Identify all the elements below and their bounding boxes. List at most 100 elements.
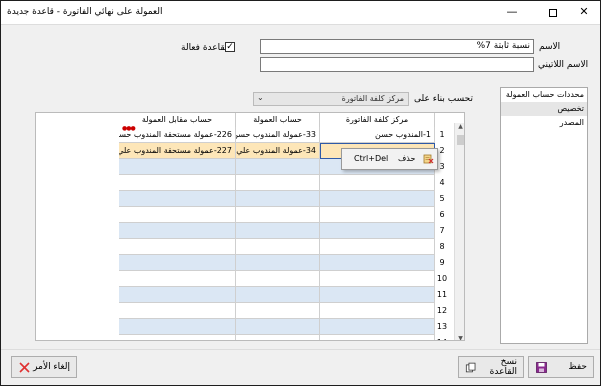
cell-commission-account[interactable]: [236, 191, 320, 207]
save-button-label: حفظ: [568, 362, 587, 372]
cell-counter-account[interactable]: 227-عمولة مستحقة المندوب علي: [119, 143, 236, 159]
cell-counter-account[interactable]: [119, 287, 236, 303]
error-dots-icon: ●●●: [122, 125, 136, 132]
cell-cost-center[interactable]: [320, 175, 435, 191]
list-item-source[interactable]: المصدر: [501, 116, 587, 130]
table-row[interactable]: 11: [36, 287, 447, 303]
cancel-button[interactable]: إلغاء الأمر: [11, 356, 77, 378]
cell-counter-account[interactable]: [119, 191, 236, 207]
cancel-button-label: إلغاء الأمر: [33, 362, 70, 372]
rule-dialog-window: العمولة على نهائي الفاتورة - قاعدة جديدة…: [0, 0, 601, 386]
context-menu: Ctrl+Del حذف: [341, 148, 438, 170]
cell-commission-account[interactable]: [236, 223, 320, 239]
grid-vertical-scrollbar[interactable]: ▲ ▼: [454, 123, 464, 340]
cell-counter-account[interactable]: [119, 271, 236, 287]
cell-commission-account[interactable]: [236, 239, 320, 255]
title-bar: العمولة على نهائي الفاتورة - قاعدة جديدة…: [1, 1, 600, 25]
row-number: 10: [436, 274, 448, 283]
cell-counter-account[interactable]: [119, 207, 236, 223]
table-row[interactable]: 13: [36, 319, 447, 335]
row-number: 11: [436, 290, 448, 299]
table-row[interactable]: 4: [36, 175, 445, 191]
cell-counter-account[interactable]: [119, 319, 236, 335]
latin-name-input[interactable]: [260, 57, 534, 72]
delete-menu-item[interactable]: حذف: [398, 154, 415, 163]
calc-based-on-label: تحسب بناء على: [414, 94, 473, 104]
row-number: 8: [439, 242, 445, 251]
scroll-up-icon[interactable]: ▲: [456, 123, 464, 130]
copy-rule-button-label: نسخ القاعدة: [489, 357, 517, 377]
minimize-button[interactable]: —: [494, 1, 530, 25]
cell-counter-account[interactable]: [119, 335, 236, 340]
calc-based-on-value: مركز كلفة الفاتورة: [341, 94, 404, 103]
column-header-counter-account[interactable]: حساب مقابل العمولة: [119, 113, 236, 127]
cell-commission-account[interactable]: [236, 303, 320, 319]
determinants-list: محددات حساب العمولة تخصيص المصدر: [500, 87, 588, 344]
table-row[interactable]: 5: [36, 191, 445, 207]
cell-counter-account[interactable]: [119, 303, 236, 319]
cell-commission-account[interactable]: [236, 287, 320, 303]
column-header-cost-center[interactable]: مركز كلفة الفاتورة: [320, 113, 435, 127]
row-number: 13: [436, 322, 448, 331]
cell-counter-account[interactable]: [119, 255, 236, 271]
close-button[interactable]: ✕: [566, 1, 601, 25]
cell-commission-account[interactable]: [236, 207, 320, 223]
cell-commission-account[interactable]: [236, 319, 320, 335]
table-row[interactable]: 8: [36, 239, 445, 255]
scroll-thumb[interactable]: [457, 135, 464, 145]
table-row[interactable]: 12: [36, 303, 447, 319]
table-row[interactable]: 9: [36, 255, 445, 271]
cell-cost-center[interactable]: [320, 319, 435, 335]
cell-commission-account[interactable]: [236, 159, 320, 175]
table-row[interactable]: 6: [36, 207, 445, 223]
latin-name-label: الاسم اللاتيني: [538, 60, 589, 70]
cell-counter-account[interactable]: [119, 223, 236, 239]
cell-commission-account[interactable]: [236, 335, 320, 340]
cancel-x-icon: [19, 361, 30, 373]
cell-cost-center[interactable]: [320, 255, 435, 271]
cell-commission-account[interactable]: 33-عمولة المندوب حسن: [236, 127, 320, 143]
delete-shortcut: Ctrl+Del: [354, 154, 389, 163]
row-number: 9: [439, 258, 445, 267]
row-number: 5: [439, 194, 445, 203]
cell-cost-center[interactable]: [320, 287, 435, 303]
cell-commission-account[interactable]: [236, 271, 320, 287]
bottom-separator: [1, 349, 600, 350]
cell-cost-center[interactable]: [320, 191, 435, 207]
cell-commission-account[interactable]: [236, 255, 320, 271]
copy-rule-button[interactable]: نسخ القاعدة: [458, 356, 524, 378]
cell-cost-center[interactable]: 1-المندوب حسن: [320, 127, 435, 143]
calc-based-on-select[interactable]: ⌄ مركز كلفة الفاتورة: [253, 92, 409, 106]
table-row[interactable]: 10: [36, 271, 447, 287]
cell-cost-center[interactable]: [320, 239, 435, 255]
cell-cost-center[interactable]: [320, 271, 435, 287]
cell-counter-account[interactable]: [119, 239, 236, 255]
row-number: 4: [439, 178, 445, 187]
cell-cost-center[interactable]: [320, 223, 435, 239]
cell-counter-account[interactable]: [119, 159, 236, 175]
chevron-down-icon: ⌄: [257, 93, 264, 102]
cell-commission-account[interactable]: [236, 175, 320, 191]
column-header-commission-account[interactable]: حساب العمولة: [236, 113, 320, 127]
scroll-down-icon[interactable]: ▼: [456, 335, 464, 340]
table-row[interactable]: 14: [36, 335, 447, 340]
cell-cost-center[interactable]: [320, 335, 435, 340]
list-item-allocation[interactable]: تخصيص: [501, 102, 587, 116]
active-rule-checkbox[interactable]: ✓: [225, 42, 235, 52]
rules-grid: مركز كلفة الفاتورة حساب العمولة حساب مقا…: [35, 112, 465, 341]
cell-cost-center[interactable]: [320, 207, 435, 223]
cell-counter-account[interactable]: 226-عمولة مستحقة المندوب حسن: [119, 127, 236, 143]
row-number: 7: [439, 226, 445, 235]
name-input[interactable]: نسبة ثابتة 7%: [260, 39, 534, 54]
row-number: 6: [439, 210, 445, 219]
cell-commission-account[interactable]: 34-عمولة المندوب علي: [236, 143, 320, 159]
cell-cost-center[interactable]: [320, 303, 435, 319]
save-button[interactable]: حفظ: [528, 356, 594, 378]
table-row[interactable]: 1-المندوب حسن 33-عمولة المندوب حسن 226-عمو…: [36, 125, 445, 143]
name-label: الاسم: [539, 42, 561, 52]
save-icon: [536, 361, 547, 373]
cell-counter-account[interactable]: [119, 175, 236, 191]
maximize-icon: [549, 9, 557, 17]
window-title: العمولة على نهائي الفاتورة - قاعدة جديدة: [7, 7, 163, 17]
table-row[interactable]: 7: [36, 223, 445, 239]
